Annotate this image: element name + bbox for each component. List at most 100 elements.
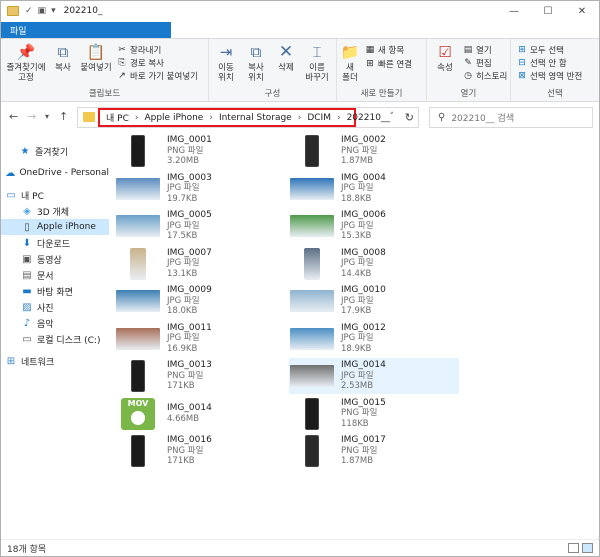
rename-label-1: 이름 xyxy=(309,63,325,73)
file-meta: IMG_0011 JPG 파일 16.9KB xyxy=(167,323,212,355)
file-item[interactable]: IMG_0006 JPG 파일 15.3KB xyxy=(289,208,459,244)
recent-locations-chevron-icon[interactable]: ▾ xyxy=(45,112,49,121)
crumb-internal-storage[interactable]: Internal Storage xyxy=(219,113,292,123)
file-size: 16.9KB xyxy=(167,343,198,354)
select-all-button[interactable]: ⊞ 모두 선택 xyxy=(517,44,564,56)
nav-item-videos[interactable]: ▣ 동영상 xyxy=(1,251,109,267)
file-item[interactable]: IMG_0010 JPG 파일 17.9KB xyxy=(289,283,459,319)
file-item[interactable]: MOV IMG_0014 4.66MB xyxy=(115,396,285,432)
pin-quick-access-button[interactable]: 📌 즐겨찾기에 고정 xyxy=(5,43,47,84)
cut-button[interactable]: ✂ 잘라내기 xyxy=(117,44,161,56)
file-item[interactable]: IMG_0009 JPG 파일 18.0KB xyxy=(115,283,285,319)
file-item[interactable]: IMG_0015 PNG 파일 118KB xyxy=(289,396,459,432)
file-item[interactable]: IMG_0012 JPG 파일 18.9KB xyxy=(289,321,459,357)
search-input[interactable]: ⚲ 202210__ 검색 xyxy=(429,107,593,128)
rename-button[interactable]: ⌶ 이름 바꾸기 xyxy=(303,43,331,84)
file-meta: IMG_0004 JPG 파일 18.8KB xyxy=(341,173,386,205)
nav-item-downloads[interactable]: ⬇ 다운로드 xyxy=(1,235,109,251)
chevron-right-icon[interactable]: › xyxy=(298,113,302,123)
crumb-dcim[interactable]: DCIM xyxy=(307,113,331,123)
history-button[interactable]: ◷ 히스토리 xyxy=(463,70,507,82)
move-to-label-1: 이동 xyxy=(218,63,234,73)
paste-button[interactable]: 📋 붙여넣기 xyxy=(79,43,113,74)
nav-item-3d-objects[interactable]: ◈ 3D 개체 xyxy=(1,203,109,219)
file-item[interactable]: IMG_0004 JPG 파일 18.8KB xyxy=(289,171,459,207)
pin-icon: 📌 xyxy=(16,43,36,61)
file-name: IMG_0005 xyxy=(167,210,212,221)
chevron-right-icon[interactable]: › xyxy=(135,113,139,123)
new-item-button[interactable]: ▦ 새 항목 xyxy=(365,44,404,56)
file-item[interactable]: IMG_0017 PNG 파일 1.87MB xyxy=(289,433,459,469)
back-arrow-icon[interactable]: ← xyxy=(9,110,18,123)
file-type: PNG 파일 xyxy=(167,145,204,156)
nav-item-label: 문서 xyxy=(37,271,54,282)
nav-item-desktop[interactable]: ▬ 바탕 화면 xyxy=(1,283,109,299)
file-item[interactable]: IMG_0013 PNG 파일 171KB xyxy=(115,358,285,394)
crumb-apple-iphone[interactable]: Apple iPhone xyxy=(144,113,203,123)
customize-quick-icon[interactable]: ▾ xyxy=(51,6,56,16)
nav-item-documents[interactable]: ▤ 문서 xyxy=(1,267,109,283)
new-group: 📁 새 폴더 ▦ 새 항목 ⊞ 빠른 연결 새로 만들기 xyxy=(337,39,427,101)
nav-item-local-disk[interactable]: ▭ 로컬 디스크 (C:) xyxy=(1,331,109,347)
nav-item-pictures[interactable]: ▨ 사진 xyxy=(1,299,109,315)
tab-file[interactable]: 파일 xyxy=(1,22,171,38)
file-name: IMG_0017 xyxy=(341,435,386,446)
file-type: JPG 파일 xyxy=(167,258,200,269)
forward-arrow-icon[interactable]: → xyxy=(27,110,36,123)
invert-selection-button[interactable]: ⊠ 선택 영역 반전 xyxy=(517,70,582,82)
properties-button[interactable]: ☑ 속성 xyxy=(431,43,459,74)
nav-item-this-pc[interactable]: ▭ 내 PC xyxy=(1,187,109,203)
refresh-icon[interactable]: ↻ xyxy=(405,111,414,124)
move-to-button[interactable]: ⇥ 이동 위치 xyxy=(213,43,239,84)
file-item[interactable]: IMG_0007 JPG 파일 13.1KB xyxy=(115,246,285,282)
window-title: 202210_ xyxy=(63,6,103,16)
details-view-icon[interactable] xyxy=(568,543,579,553)
open-button[interactable]: ▤ 열기 xyxy=(463,44,492,56)
copy-to-button[interactable]: ⧉ 복사 위치 xyxy=(243,43,269,84)
nav-item-apple-iphone[interactable]: ▯ Apple iPhone xyxy=(1,219,109,235)
ribbon: 📌 즐겨찾기에 고정 ⧉ 복사 📋 붙여넣기 ✂ 잘라내기 ⎘ 경로 복사 ↗ xyxy=(1,38,599,102)
chevron-right-icon[interactable]: › xyxy=(209,113,213,123)
file-item[interactable]: IMG_0002 PNG 파일 1.87MB xyxy=(289,133,459,169)
paste-shortcut-button[interactable]: ↗ 바로 가기 붙여넣기 xyxy=(117,70,198,82)
file-meta: IMG_0006 JPG 파일 15.3KB xyxy=(341,210,386,242)
file-size: 3.20MB xyxy=(167,156,200,167)
pc-icon: ▭ xyxy=(6,189,16,201)
up-arrow-icon[interactable]: ↑ xyxy=(59,110,68,123)
copy-path-button[interactable]: ⎘ 경로 복사 xyxy=(117,57,164,69)
nav-item-music[interactable]: ♪ 음악 xyxy=(1,315,109,331)
large-icons-view-icon[interactable] xyxy=(582,543,593,553)
file-size: 19.7KB xyxy=(167,193,198,204)
cut-label: 잘라내기 xyxy=(130,46,162,56)
address-bar[interactable]: 내 PC › Apple iPhone › Internal Storage ›… xyxy=(77,107,419,128)
chevron-right-icon[interactable]: › xyxy=(337,113,341,123)
crumb-this-pc[interactable]: 내 PC xyxy=(106,111,129,124)
easy-access-button[interactable]: ⊞ 빠른 연결 xyxy=(365,58,412,70)
nav-item-onedrive[interactable]: ☁ OneDrive - Personal xyxy=(1,165,109,181)
nav-item-quick-access[interactable]: ★ 즐겨찾기 xyxy=(1,143,109,159)
new-folder-quick-icon[interactable]: ▣ xyxy=(38,6,47,16)
file-size: 17.9KB xyxy=(341,306,372,317)
minimize-button[interactable]: — xyxy=(497,1,531,21)
file-item[interactable]: IMG_0008 JPG 파일 14.4KB xyxy=(289,246,459,282)
file-name: IMG_0006 xyxy=(341,210,386,221)
file-item[interactable]: IMG_0016 PNG 파일 171KB xyxy=(115,433,285,469)
select-none-button[interactable]: ⊟ 선택 안 함 xyxy=(517,57,566,69)
select-none-icon: ⊟ xyxy=(518,58,526,68)
new-folder-button[interactable]: 📁 새 폴더 xyxy=(339,43,361,84)
file-item[interactable]: IMG_0001 PNG 파일 3.20MB xyxy=(115,133,285,169)
file-item[interactable]: IMG_0011 JPG 파일 16.9KB xyxy=(115,321,285,357)
file-thumbnail xyxy=(115,173,161,205)
nav-item-network[interactable]: ⊞ 네트워크 xyxy=(1,353,109,369)
properties-quick-icon[interactable]: ✓ xyxy=(25,6,33,16)
copy-button[interactable]: ⧉ 복사 xyxy=(51,43,75,74)
file-item[interactable]: IMG_0005 JPG 파일 17.5KB xyxy=(115,208,285,244)
address-dropdown-chevron-icon[interactable]: ˅ xyxy=(390,112,395,122)
maximize-button[interactable]: ☐ xyxy=(531,1,565,21)
close-button[interactable]: ✕ xyxy=(565,1,599,21)
file-item[interactable]: IMG_0003 JPG 파일 19.7KB xyxy=(115,171,285,207)
crumb-current-folder[interactable]: 202210__ xyxy=(347,113,390,123)
delete-button[interactable]: ✕ 삭제 xyxy=(273,43,299,74)
file-item[interactable]: IMG_0014 JPG 파일 2.53MB xyxy=(289,358,459,394)
edit-button[interactable]: ✎ 편집 xyxy=(463,57,491,69)
